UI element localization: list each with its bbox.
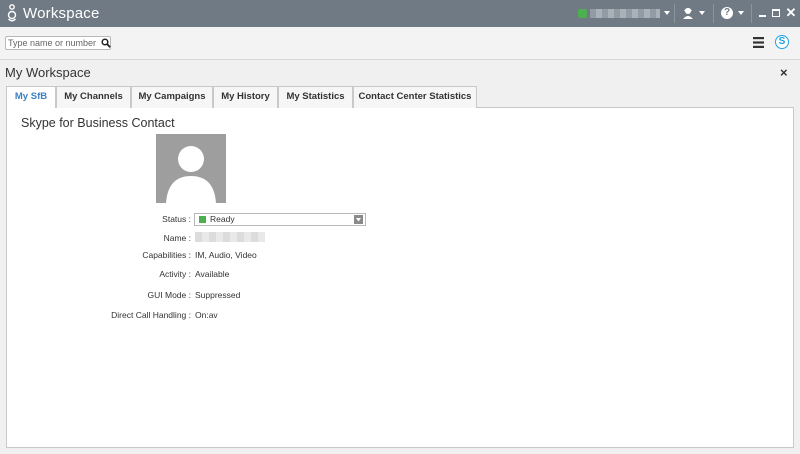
toolbar-divider xyxy=(751,4,752,23)
workspace-tabs: My SfB My Channels My Campaigns My Histo… xyxy=(6,86,794,109)
tab-my-campaigns[interactable]: My Campaigns xyxy=(131,86,213,108)
workspace-header: My Workspace × xyxy=(0,60,800,86)
hamburger-menu-icon[interactable] xyxy=(753,37,764,48)
chevron-down-icon[interactable] xyxy=(699,11,705,15)
maximize-button[interactable] xyxy=(772,9,780,17)
status-value: Ready xyxy=(210,214,235,224)
tab-my-statistics[interactable]: My Statistics xyxy=(278,86,353,108)
ready-status-icon xyxy=(199,216,206,223)
direct-call-handling-label: Direct Call Handling : xyxy=(111,310,191,320)
title-bar: Workspace ? ✕ xyxy=(0,0,800,27)
agent-name-redacted[interactable] xyxy=(590,9,660,18)
agent-status-indicator[interactable] xyxy=(578,9,587,18)
search-box[interactable] xyxy=(5,36,111,50)
name-label: Name : xyxy=(163,233,191,243)
tab-my-sfb[interactable]: My SfB xyxy=(6,86,56,109)
search-input[interactable] xyxy=(8,37,96,49)
skype-icon[interactable]: S xyxy=(775,35,789,49)
tab-my-channels[interactable]: My Channels xyxy=(56,86,131,108)
toolbar-divider xyxy=(713,4,714,23)
close-window-button[interactable]: ✕ xyxy=(785,5,797,21)
status-label: Status : xyxy=(162,214,191,224)
tab-contact-center-statistics[interactable]: Contact Center Statistics xyxy=(353,86,477,108)
agent-headset-icon[interactable] xyxy=(682,7,694,19)
direct-call-handling-value: On:av xyxy=(195,310,218,320)
gui-mode-value: Suppressed xyxy=(195,290,241,300)
help-icon[interactable]: ? xyxy=(721,7,733,19)
capabilities-value: IM, Audio, Video xyxy=(195,250,257,260)
close-workspace-button[interactable]: × xyxy=(780,65,788,80)
default-user-icon xyxy=(166,146,216,203)
page-title: My Workspace xyxy=(5,65,91,80)
tab-my-history[interactable]: My History xyxy=(213,86,278,108)
main-toolbar xyxy=(0,27,800,60)
section-title: Skype for Business Contact xyxy=(21,116,175,130)
status-dropdown[interactable]: Ready xyxy=(194,213,366,226)
sfb-contact-panel: Skype for Business Contact Status : Read… xyxy=(6,108,794,448)
chevron-down-icon[interactable] xyxy=(664,11,670,15)
genesys-logo-icon xyxy=(7,4,17,22)
capabilities-label: Capabilities : xyxy=(142,250,191,260)
avatar xyxy=(156,134,226,203)
gui-mode-label: GUI Mode : xyxy=(147,290,191,300)
chevron-down-icon[interactable] xyxy=(354,215,363,224)
search-icon[interactable] xyxy=(101,38,111,48)
activity-label: Activity : xyxy=(159,269,191,279)
activity-value: Available xyxy=(195,269,230,279)
chevron-down-icon[interactable] xyxy=(738,11,744,15)
app-title: Workspace xyxy=(23,5,100,22)
contact-name-redacted xyxy=(195,232,265,242)
minimize-button[interactable] xyxy=(759,15,766,17)
toolbar-divider xyxy=(674,4,675,23)
